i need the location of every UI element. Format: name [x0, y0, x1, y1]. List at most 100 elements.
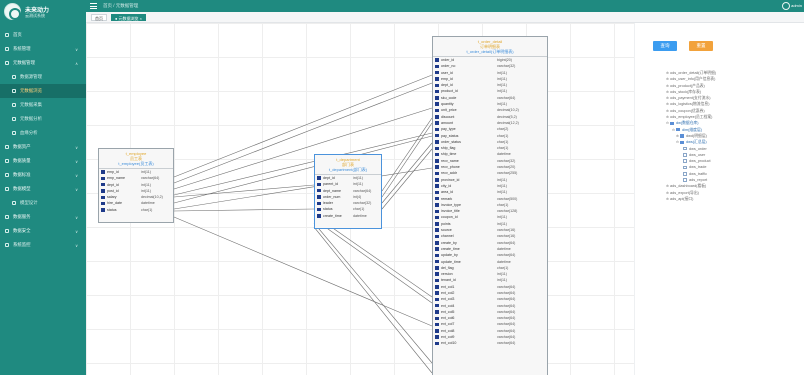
- analysis-icon: [12, 117, 16, 121]
- file-icon: [683, 153, 687, 157]
- column-key-icon: [435, 121, 439, 125]
- chevron-down-icon: ∨: [75, 172, 78, 178]
- chevron-down-icon: ∨: [75, 214, 78, 220]
- breadcrumb: 首页 / 元数据管理: [103, 3, 139, 8]
- sidebar-item-datasource[interactable]: 数据源管理: [0, 70, 86, 84]
- sidebar-item-assets[interactable]: 数据资产 ∨: [0, 140, 86, 154]
- column-key-icon: [101, 195, 105, 200]
- database-icon: [5, 61, 9, 65]
- table-node-department[interactable]: t_department 部门表 t_department(部门表) dept_…: [314, 154, 382, 229]
- chevron-down-icon: ∨: [75, 186, 78, 192]
- app-logo[interactable]: 未来动力 云测试系统: [4, 3, 86, 21]
- table-tag: t_employee(员工表): [118, 161, 154, 166]
- service-icon: [5, 215, 9, 219]
- query-button[interactable]: 查询: [653, 41, 677, 51]
- column-key-icon: [435, 165, 439, 169]
- column-key-icon: [435, 316, 439, 321]
- tab-metadata-browse[interactable]: ● 元数据浏览 ×: [111, 14, 146, 21]
- column-key-icon: [435, 215, 439, 220]
- sidebar-item-model-design[interactable]: 模型设计: [0, 196, 86, 210]
- column-key-icon: [101, 189, 105, 193]
- column-key-icon: [435, 241, 439, 245]
- folder-icon: [676, 127, 680, 132]
- column-key-icon: [435, 222, 439, 226]
- sidebar-item-service[interactable]: 数据服务 ∨: [0, 210, 86, 224]
- folder-icon: [670, 121, 674, 126]
- column-key-icon: [435, 146, 439, 151]
- column-key-icon: [317, 207, 321, 212]
- column-key-icon: [435, 303, 439, 308]
- column-key-icon: [435, 291, 439, 295]
- column-key-icon: [435, 58, 439, 62]
- table-node-employee[interactable]: t_employee 员工表 t_employee(员工表) emp_id int…: [98, 148, 174, 223]
- sidebar-item-label: 数据模型: [13, 186, 31, 191]
- sidebar-item-label: 模型设计: [20, 200, 38, 205]
- logo-icon: [4, 3, 21, 20]
- sidebar-item-monitor[interactable]: 系统监控 ∨: [0, 238, 86, 252]
- diagram-canvas[interactable]: t_employee 员工表 t_employee(员工表) emp_id int…: [86, 23, 634, 375]
- column-key-icon: [435, 297, 439, 302]
- column-type: varchar(64): [497, 341, 516, 346]
- sidebar-item-metadata[interactable]: 元数据管理 ∧: [0, 56, 86, 70]
- sidebar-item-label: 数据源管理: [20, 74, 42, 79]
- column-key-icon: [317, 201, 321, 206]
- table-node-order-detail[interactable]: t_order_detail 订单明细表 t_order_detail(订单明细…: [432, 36, 548, 375]
- table-row[interactable]: status char(1): [99, 207, 173, 213]
- design-icon: [12, 201, 16, 205]
- sidebar-item-model[interactable]: 数据模型 ∨: [0, 182, 86, 196]
- column-key-icon: [435, 278, 439, 283]
- tree-node-label: dwd(明细层): [686, 133, 707, 138]
- column-key-icon: [435, 329, 439, 333]
- folder-icon: [680, 140, 684, 145]
- sidebar-item-metadata-browse[interactable]: 元数据浏览: [0, 84, 86, 98]
- logo-subtitle: 云测试系统: [25, 13, 45, 18]
- table-row[interactable]: ext_col10 varchar(64): [433, 340, 547, 346]
- sidebar-item-quality[interactable]: 数据质量 ∨: [0, 154, 86, 168]
- sidebar-menu: 首页 系统管理 ∨ 元数据管理 ∧ 数据源管理 元数据浏览 元数据采集 元数据分析 …: [0, 28, 86, 252]
- sidebar-item-home[interactable]: 首页: [0, 28, 86, 42]
- column-key-icon: [435, 159, 439, 163]
- tab-home[interactable]: 首页: [91, 14, 107, 21]
- sidebar-item-collect[interactable]: 元数据采集: [0, 98, 86, 112]
- tabs-bar: 首页 ● 元数据浏览 ×: [86, 12, 804, 23]
- tree-node-label: ods_stock(库存表): [670, 89, 702, 94]
- column-key-icon: [317, 176, 321, 180]
- column-key-icon: [435, 272, 439, 276]
- chevron-down-icon: ∨: [75, 158, 78, 164]
- model-icon: [5, 187, 9, 191]
- column-key-icon: [435, 171, 439, 176]
- table-header: t_department 部门表 t_department(部门表): [315, 155, 381, 175]
- reset-button[interactable]: 重置: [689, 41, 713, 51]
- tree-node-label: ads_dashboard(看板): [670, 184, 707, 189]
- sidebar-item-system[interactable]: 系统管理 ∨: [0, 42, 86, 56]
- column-key-icon: [435, 64, 439, 69]
- sidebar-item-label: 系统管理: [13, 46, 31, 51]
- tree-node-label: dws_product: [689, 159, 711, 164]
- sidebar-item-security[interactable]: 数据安全 ∨: [0, 224, 86, 238]
- tree-node-label: ods_order_detail(订单明细): [670, 71, 717, 75]
- standard-icon: [5, 173, 9, 177]
- folder-icon: [680, 134, 684, 138]
- sidebar-item-lineage[interactable]: 血缘分析: [0, 126, 86, 140]
- tree-node-label: ods_employee(员工档案): [670, 115, 713, 120]
- sidebar-item-label: 元数据采集: [20, 102, 42, 107]
- column-key-icon: [101, 201, 105, 206]
- column-key-icon: [435, 184, 439, 188]
- sidebar-item-standard[interactable]: 数据标准 ∨: [0, 168, 86, 182]
- tree-node-label: ods_logistics(物流信息): [670, 102, 710, 107]
- menu-toggle-icon[interactable]: [90, 3, 97, 9]
- tree-node[interactable]: ⊕ads_api(接口): [666, 196, 801, 202]
- column-key-icon: [435, 108, 439, 113]
- sidebar-item-analysis[interactable]: 元数据分析: [0, 112, 86, 126]
- column-key-icon: [435, 209, 439, 214]
- column-key-icon: [435, 152, 439, 157]
- column-key-icon: [435, 96, 439, 100]
- table-row[interactable]: create_time datetime: [315, 213, 381, 219]
- table-rows: order_id bigint(20) order_no varchar(32) use…: [433, 57, 547, 347]
- user-name[interactable]: admin: [791, 3, 802, 8]
- monitor-icon: [5, 243, 9, 247]
- column-key-icon: [317, 188, 321, 193]
- user-avatar-icon[interactable]: [782, 2, 790, 10]
- lineage-icon: [12, 131, 16, 135]
- quality-icon: [5, 159, 9, 163]
